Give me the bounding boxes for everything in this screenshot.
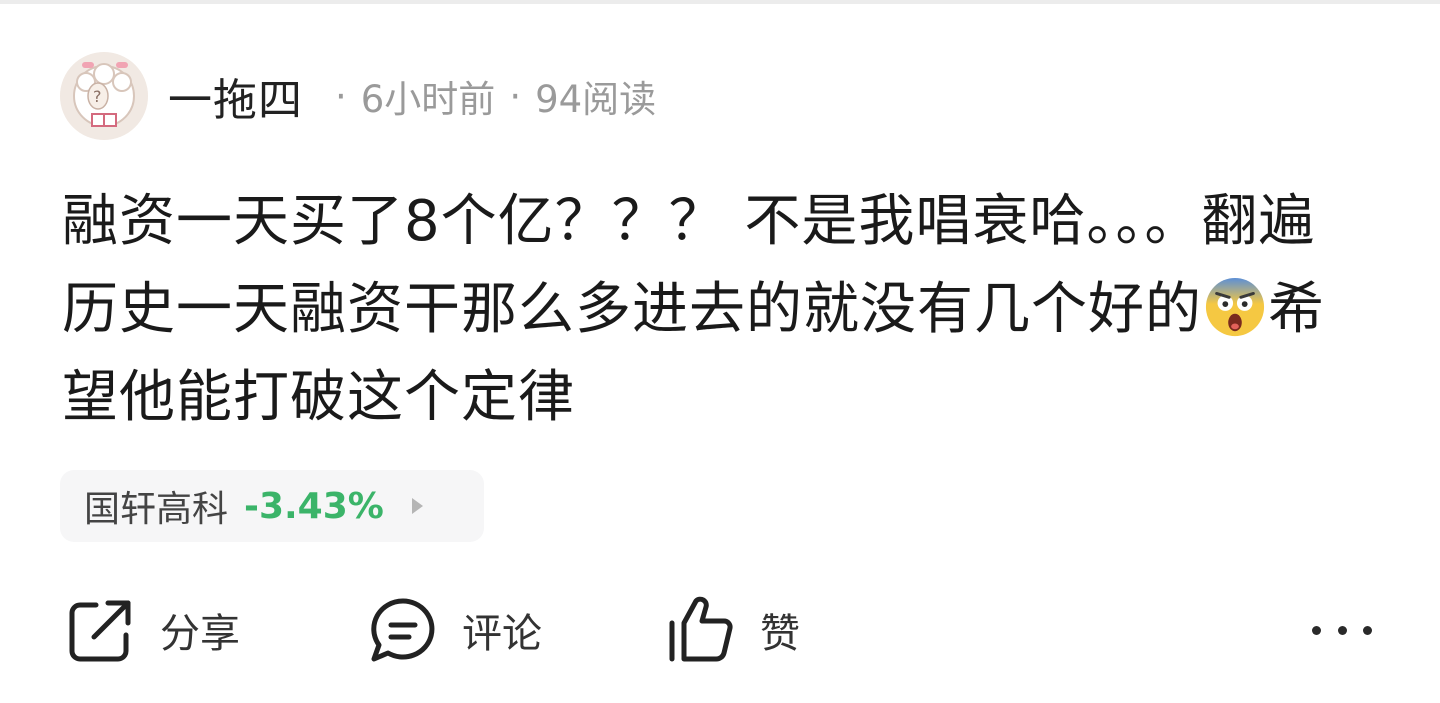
meta-separator: · xyxy=(509,74,522,118)
screaming-face-emoji xyxy=(1205,277,1265,337)
post-meta: · 6小时前 · 94阅读 xyxy=(321,69,656,123)
comment-button[interactable]: 评论 xyxy=(368,590,542,670)
top-divider xyxy=(0,0,1440,4)
meta-separator: · xyxy=(335,74,347,118)
like-button[interactable]: 赞 xyxy=(664,590,800,670)
more-dot-icon xyxy=(1337,625,1347,635)
thumbs-up-icon xyxy=(669,596,733,662)
post-header: ? 一拖四 · 6小时前 · 94阅读 xyxy=(60,50,656,142)
share-label: 分享 xyxy=(160,611,240,657)
share-button[interactable]: 分享 xyxy=(66,590,240,670)
post-text-part-1: 融资一天买了8个亿？？？ 不是我唱衰哈。。。翻遍历史一天融资干那么多进去的就没有… xyxy=(62,189,1316,342)
share-icon xyxy=(69,600,131,662)
comment-label: 评论 xyxy=(462,611,542,657)
stock-name: 国轩高科 xyxy=(84,489,229,530)
stock-change: -3.43% xyxy=(244,485,384,527)
comment-icon xyxy=(371,598,435,662)
post-time: 6小时前 xyxy=(360,78,496,121)
more-dot-icon xyxy=(1363,625,1372,635)
author-name[interactable]: 一拖四 xyxy=(168,64,303,128)
play-arrow-icon xyxy=(411,498,423,514)
like-label: 赞 xyxy=(760,611,800,657)
action-bar: 分享 评论 赞 xyxy=(0,590,1440,670)
read-count: 94阅读 xyxy=(535,78,657,121)
post-card: ? 一拖四 · 6小时前 · 94阅读 融资一天买了8个亿？？？ 不是我唱衰哈。… xyxy=(0,0,1440,703)
more-options-button[interactable] xyxy=(1312,590,1372,670)
svg-text:?: ? xyxy=(93,87,102,106)
post-content[interactable]: 融资一天买了8个亿？？？ 不是我唱衰哈。。。翻遍历史一天融资干那么多进去的就没有… xyxy=(62,178,1362,442)
sheep-avatar-icon: ? xyxy=(60,52,148,140)
author-avatar[interactable]: ? xyxy=(60,52,148,140)
more-dot-icon xyxy=(1312,625,1321,635)
stock-tag[interactable]: 国轩高科 -3.43% xyxy=(60,470,484,542)
